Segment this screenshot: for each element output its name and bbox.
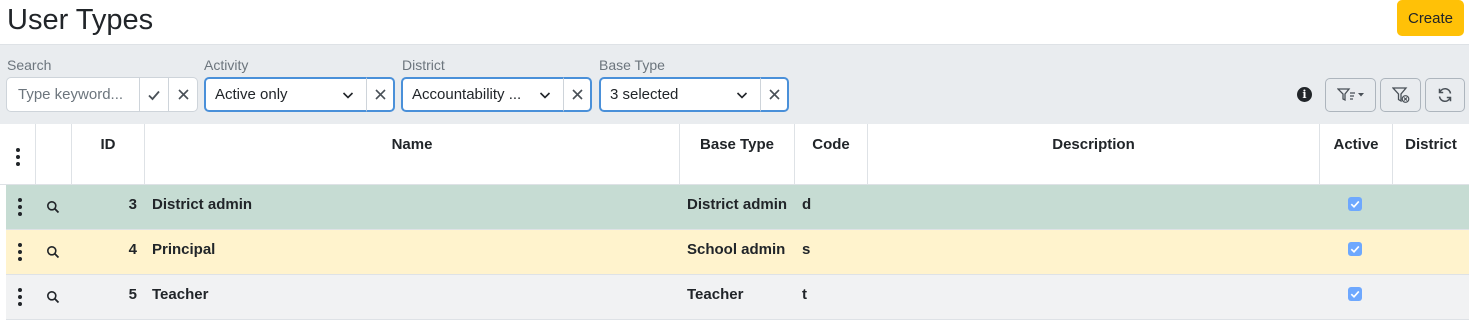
filter-options-button[interactable] [1325,78,1376,112]
row-menu-icon[interactable] [18,288,22,306]
create-button[interactable]: Create [1397,0,1464,36]
row-menu-icon[interactable] [18,243,22,261]
view-icon[interactable] [46,200,60,214]
row-menu-icon[interactable] [18,198,22,216]
header-action-cell [36,124,72,184]
chevron-down-icon [539,92,551,99]
district-value: Accountability ... [412,86,522,103]
close-icon [374,89,386,100]
check-icon [148,90,160,100]
column-header-code[interactable]: Code [795,124,868,184]
activity-label: Activity [204,57,249,73]
checkmark-icon [1350,245,1360,254]
active-checkbox[interactable] [1348,197,1362,211]
base-type-value: 3 selected [610,86,679,103]
column-header-district[interactable]: District [1393,124,1469,184]
cell-code: s [802,241,811,258]
refresh-icon [1438,87,1452,103]
activity-clear-button[interactable] [366,77,395,112]
cell-name: Principal [152,241,216,258]
table-header: ID Name Base Type Code Description Activ… [0,124,1469,185]
close-icon [177,89,189,100]
base-type-clear-button[interactable] [760,77,789,112]
district-clear-button[interactable] [563,77,592,112]
cell-code: d [802,196,812,213]
district-select[interactable]: Accountability ... [401,77,563,112]
base-type-label: Base Type [599,57,665,73]
checkmark-icon [1350,290,1360,299]
table-row[interactable]: 3 District admin District admin d [6,185,1469,230]
activity-value: Active only [215,86,288,103]
district-label: District [402,57,445,73]
cell-base-type: District admin [687,196,788,213]
page-title: User Types [7,4,154,36]
activity-select[interactable]: Active only [204,77,366,112]
district-group: Accountability ... [401,77,592,112]
cell-name: District admin [152,196,253,213]
refresh-button[interactable] [1425,78,1465,112]
chevron-down-icon [736,92,748,99]
info-icon[interactable]: i [1297,87,1312,102]
active-checkbox[interactable] [1348,242,1362,256]
filter-clear-icon [1391,87,1409,103]
active-checkbox[interactable] [1348,287,1362,301]
base-type-select[interactable]: 3 selected [599,77,760,112]
search-apply-button[interactable] [140,77,169,112]
cell-id: 5 [128,286,137,303]
checkmark-icon [1350,200,1360,209]
cell-id: 3 [128,196,137,213]
cell-code: t [802,286,807,303]
cell-base-type: Teacher [687,286,744,303]
kebab-menu-icon[interactable] [16,148,20,166]
cell-id: 4 [128,241,137,258]
close-icon [768,89,780,100]
filter-list-icon [1336,88,1364,102]
chevron-down-icon [342,92,354,99]
search-label: Search [7,57,52,73]
search-group: Type keyword... [6,77,198,112]
column-header-description[interactable]: Description [868,124,1320,184]
table-row[interactable]: 5 Teacher Teacher t [6,275,1469,320]
filter-bar: Search Type keyword... Activity Active o… [0,44,1469,124]
close-icon [571,89,583,100]
view-icon[interactable] [46,245,60,259]
header-menu-cell[interactable] [0,124,36,184]
search-clear-button[interactable] [169,77,198,112]
clear-filters-button[interactable] [1380,78,1421,112]
column-header-base-type[interactable]: Base Type [680,124,795,184]
activity-group: Active only [204,77,395,112]
cell-name: Teacher [152,286,209,303]
base-type-group: 3 selected [599,77,789,112]
column-header-active[interactable]: Active [1320,124,1393,184]
cell-base-type: School admin [687,241,786,258]
column-header-name[interactable]: Name [145,124,680,184]
table-row[interactable]: 4 Principal School admin s [6,230,1469,275]
view-icon[interactable] [46,290,60,304]
column-header-id[interactable]: ID [72,124,145,184]
search-input[interactable]: Type keyword... [6,77,140,112]
search-placeholder: Type keyword... [18,86,124,103]
